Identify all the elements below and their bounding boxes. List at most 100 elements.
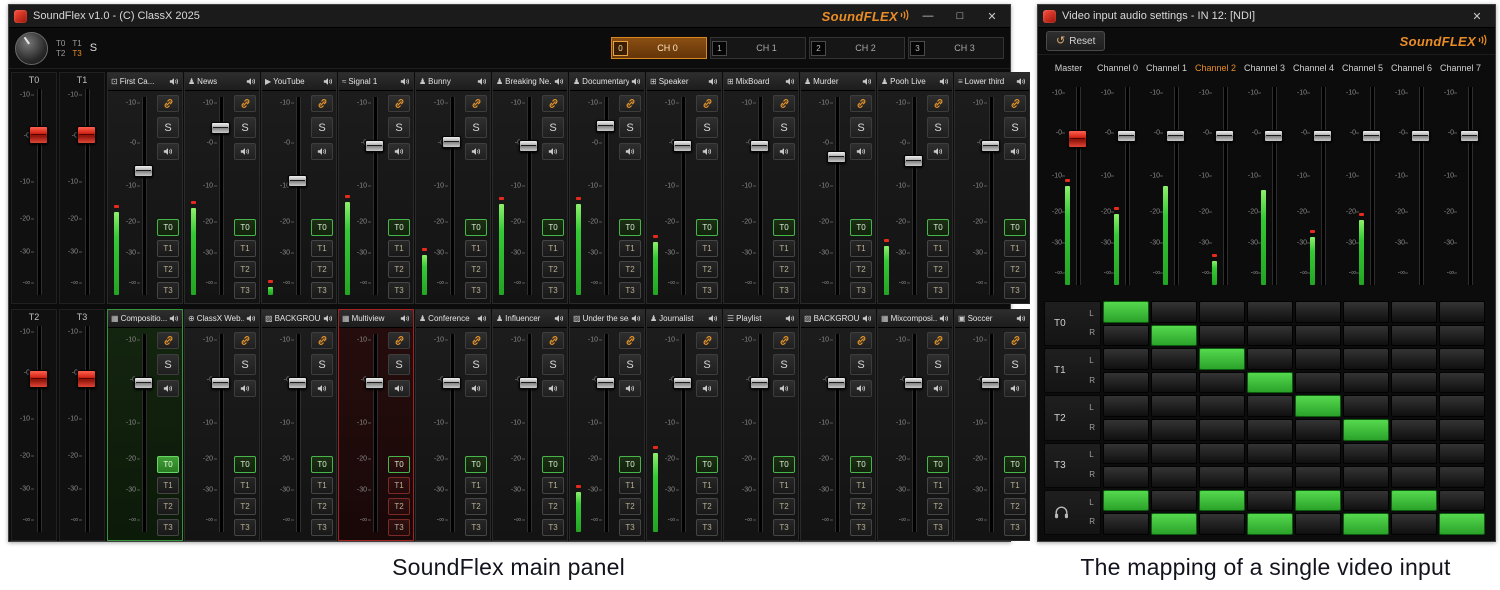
link-button[interactable] xyxy=(311,95,333,112)
matrix-cell[interactable] xyxy=(1151,325,1197,347)
link-button[interactable] xyxy=(465,332,487,349)
solo-button[interactable]: S xyxy=(696,354,718,375)
speaker-icon[interactable] xyxy=(554,77,564,86)
solo-button[interactable]: S xyxy=(850,117,872,138)
fader-handle[interactable] xyxy=(1166,130,1185,142)
matrix-cell[interactable] xyxy=(1151,395,1197,417)
matrix-cell[interactable] xyxy=(1295,490,1341,512)
bus-button-t2[interactable]: T2 xyxy=(927,261,949,278)
matrix-cell[interactable] xyxy=(1343,348,1389,370)
link-button[interactable] xyxy=(850,332,872,349)
bus-button-t0[interactable]: T0 xyxy=(850,456,872,473)
matrix-cell[interactable] xyxy=(1151,301,1197,323)
maximize-button[interactable]: □ xyxy=(947,6,973,26)
solo-button[interactable]: S xyxy=(1004,354,1026,375)
fader-handle[interactable] xyxy=(134,377,153,389)
matrix-cell[interactable] xyxy=(1343,419,1389,441)
bus-button-t3[interactable]: T3 xyxy=(542,519,564,536)
bus-button-t1[interactable]: T1 xyxy=(773,240,795,257)
fader-handle[interactable] xyxy=(365,377,384,389)
fader-track[interactable] xyxy=(1370,87,1375,285)
bus-button-t0[interactable]: T0 xyxy=(696,456,718,473)
bus-button-t2[interactable]: T2 xyxy=(542,498,564,515)
bus-button-t3[interactable]: T3 xyxy=(850,519,872,536)
matrix-cell[interactable] xyxy=(1295,443,1341,465)
matrix-cell[interactable] xyxy=(1439,301,1485,323)
bus-button-t2[interactable]: T2 xyxy=(773,261,795,278)
fader-handle[interactable] xyxy=(211,122,230,134)
fader-handle[interactable] xyxy=(750,140,769,152)
matrix-cell[interactable] xyxy=(1343,325,1389,347)
bus-button-t3[interactable]: T3 xyxy=(1004,282,1026,299)
matrix-cell[interactable] xyxy=(1199,372,1245,394)
bus-button-t1[interactable]: T1 xyxy=(234,477,256,494)
close-button[interactable]: ✕ xyxy=(979,6,1005,26)
bus-button-t2[interactable]: T2 xyxy=(234,498,256,515)
bus-button-t1[interactable]: T1 xyxy=(311,240,333,257)
bus-button-t0[interactable]: T0 xyxy=(542,219,564,236)
bus-button-t3[interactable]: T3 xyxy=(619,519,641,536)
bus-button-t1[interactable]: T1 xyxy=(157,240,179,257)
fader-handle[interactable] xyxy=(904,155,923,167)
matrix-cell[interactable] xyxy=(1295,419,1341,441)
fader-handle[interactable] xyxy=(1313,130,1332,142)
solo-button[interactable]: S xyxy=(619,354,641,375)
fader-track[interactable] xyxy=(527,334,532,532)
speaker-icon[interactable] xyxy=(708,77,718,86)
mute-button[interactable] xyxy=(619,380,641,397)
fader-track[interactable] xyxy=(1419,87,1424,285)
bus-button-t1[interactable]: T1 xyxy=(311,477,333,494)
matrix-cell[interactable] xyxy=(1391,395,1437,417)
matrix-cell[interactable] xyxy=(1439,490,1485,512)
bus-button-t3[interactable]: T3 xyxy=(157,282,179,299)
fader-track[interactable] xyxy=(835,97,840,295)
bus-button-t3[interactable]: T3 xyxy=(696,519,718,536)
link-button[interactable] xyxy=(388,332,410,349)
bus-button-t1[interactable]: T1 xyxy=(542,477,564,494)
matrix-cell[interactable] xyxy=(1391,466,1437,488)
mute-button[interactable] xyxy=(1004,380,1026,397)
monitor-knob[interactable] xyxy=(15,32,48,65)
link-button[interactable] xyxy=(157,332,179,349)
bus-button-t2[interactable]: T2 xyxy=(696,261,718,278)
bus-button-t3[interactable]: T3 xyxy=(927,519,949,536)
fader-track[interactable] xyxy=(1321,87,1326,285)
fader-handle[interactable] xyxy=(77,126,96,144)
tab-ch3[interactable]: 3CH 3 xyxy=(908,37,1004,59)
matrix-cell[interactable] xyxy=(1151,443,1197,465)
bus-button-t0[interactable]: T0 xyxy=(1004,219,1026,236)
speaker-icon[interactable] xyxy=(323,314,333,323)
fader-track[interactable] xyxy=(989,97,994,295)
fader-track[interactable] xyxy=(296,334,301,532)
fader-handle[interactable] xyxy=(288,377,307,389)
bus-button-t0[interactable]: T0 xyxy=(619,219,641,236)
tab-ch1[interactable]: 1CH 1 xyxy=(710,37,806,59)
fader-track[interactable] xyxy=(296,97,301,295)
matrix-cell[interactable] xyxy=(1343,372,1389,394)
bus-button-t0[interactable]: T0 xyxy=(234,219,256,236)
matrix-cell[interactable] xyxy=(1151,372,1197,394)
bus-button-t3[interactable]: T3 xyxy=(465,282,487,299)
bus-button-t3[interactable]: T3 xyxy=(388,519,410,536)
bus-button-t0[interactable]: T0 xyxy=(234,456,256,473)
fader-track[interactable] xyxy=(219,334,224,532)
matrix-cell[interactable] xyxy=(1439,395,1485,417)
matrix-cell[interactable] xyxy=(1199,419,1245,441)
tab-ch0[interactable]: 0CH 0 xyxy=(611,37,707,59)
speaker-icon[interactable] xyxy=(246,314,256,323)
bus-button-t2[interactable]: T2 xyxy=(388,261,410,278)
matrix-cell[interactable] xyxy=(1151,490,1197,512)
bus-button-t2[interactable]: T2 xyxy=(234,261,256,278)
fader-handle[interactable] xyxy=(981,140,1000,152)
speaker-icon[interactable] xyxy=(554,314,564,323)
matrix-cell[interactable] xyxy=(1295,513,1341,535)
bus-button-t1[interactable]: T1 xyxy=(927,240,949,257)
matrix-cell[interactable] xyxy=(1199,348,1245,370)
matrix-cell[interactable] xyxy=(1439,372,1485,394)
bus-button-t0[interactable]: T0 xyxy=(311,219,333,236)
matrix-cell[interactable] xyxy=(1151,348,1197,370)
fader-track[interactable] xyxy=(1223,87,1228,285)
bus-button-t0[interactable]: T0 xyxy=(157,219,179,236)
fader-track[interactable] xyxy=(912,334,917,532)
fader-handle[interactable] xyxy=(1362,130,1381,142)
